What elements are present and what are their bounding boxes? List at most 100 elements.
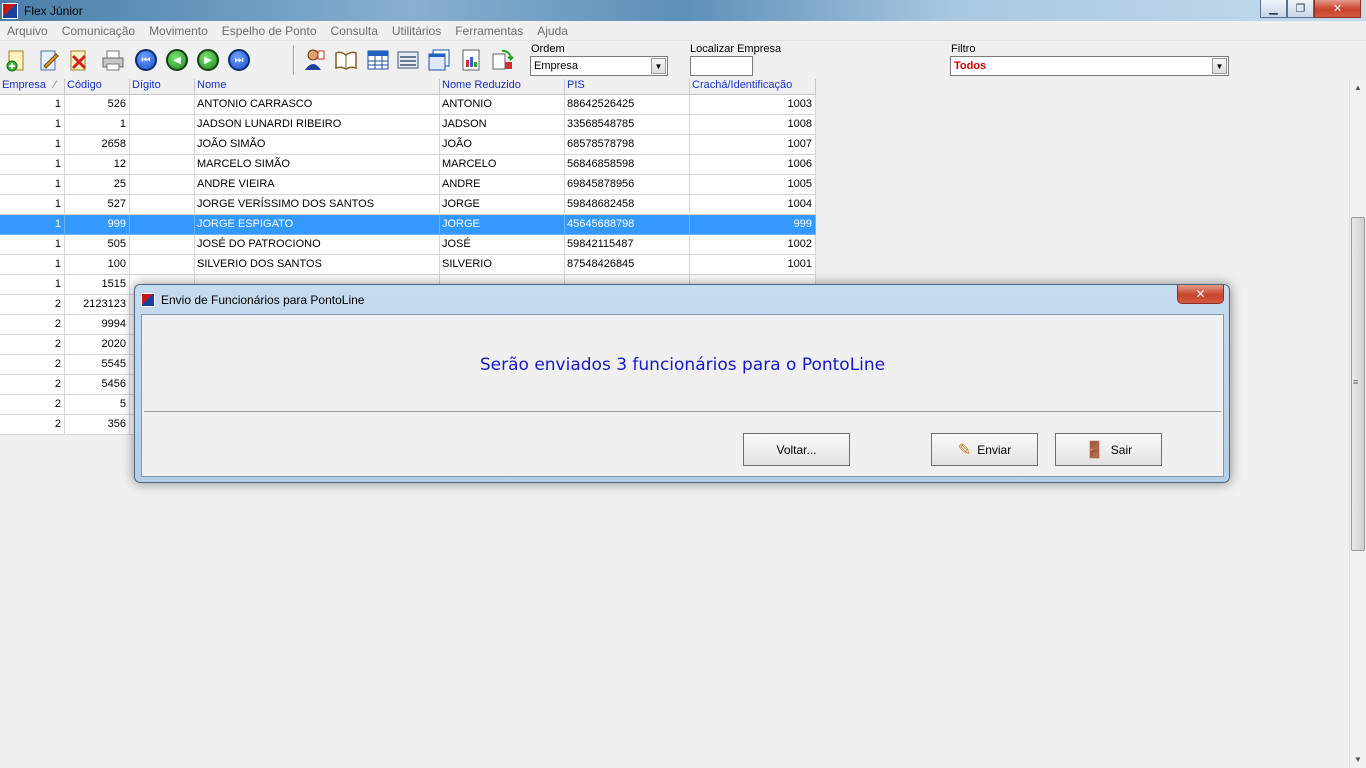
table-cell: JOÃO — [440, 135, 565, 155]
col-nome-reduzido[interactable]: Nome Reduzido — [440, 79, 565, 95]
table-cell: 1 — [0, 115, 65, 135]
filtro-value: Todos — [954, 60, 987, 72]
table-cell: 1005 — [690, 175, 816, 195]
table-row[interactable]: 1 526 ANTONIO CARRASCO ANTONIO 88642526425 10… — [0, 95, 816, 115]
table-cell: ANTONIO — [440, 95, 565, 115]
window-controls: ▁ ❐ ✕ — [1260, 0, 1361, 18]
table-row[interactable]: 1 1 JADSON LUNARDI RIBEIRO JADSON 3356854878… — [0, 115, 816, 135]
close-button[interactable]: ✕ — [1314, 0, 1361, 18]
exit-door-icon: 🚪 — [1084, 441, 1105, 459]
scroll-down-icon[interactable]: ▼ — [1350, 751, 1366, 768]
table-cell: 33568548785 — [565, 115, 690, 135]
menu-consulta[interactable]: Consulta — [324, 24, 385, 38]
table-cell: 1 — [0, 175, 65, 195]
col-nome[interactable]: Nome — [195, 79, 440, 95]
dialog-close-button[interactable]: ✕ — [1177, 285, 1224, 304]
send-document-icon: ✎ — [957, 441, 972, 459]
table-cell: 1002 — [690, 235, 816, 255]
localizar-input[interactable] — [690, 56, 753, 76]
table-row[interactable]: 1 100 SILVERIO DOS SANTOS SILVERIO 875484268… — [0, 255, 816, 275]
sync-icon[interactable] — [489, 47, 515, 73]
table-row[interactable]: 1 999 JORGE ESPIGATO JORGE 45645688798 999 — [0, 215, 816, 235]
col-empresa-label: Empresa — [2, 79, 47, 91]
col-codigo[interactable]: Código — [65, 79, 130, 95]
table-row[interactable]: 1 12 MARCELO SIMÃO MARCELO 56846858598 1006 — [0, 155, 816, 175]
enviar-label: Enviar — [977, 442, 1012, 457]
title-bar: Flex Júnior ▁ ❐ ✕ — [0, 0, 1366, 21]
minimize-button[interactable]: ▁ — [1260, 0, 1287, 18]
table-cell: 2020 — [65, 335, 130, 355]
table-cell: 100 — [65, 255, 130, 275]
voltar-label: Voltar... — [776, 442, 817, 457]
table-cell: 2 — [0, 375, 65, 395]
maximize-button[interactable]: ❐ — [1287, 0, 1314, 18]
chevron-down-icon[interactable]: ▼ — [1212, 58, 1227, 74]
table-cell: 1 — [0, 135, 65, 155]
voltar-button[interactable]: Voltar... — [743, 433, 850, 466]
table-cell: SILVERIO DOS SANTOS — [195, 255, 440, 275]
print-icon[interactable] — [100, 47, 126, 73]
table-cell — [130, 175, 195, 195]
chevron-down-icon[interactable]: ▼ — [651, 58, 666, 74]
menu-movimento[interactable]: Movimento — [142, 24, 215, 38]
filtro-select[interactable]: Todos ▼ — [950, 56, 1229, 76]
first-record-icon[interactable]: ⏮ — [133, 47, 159, 73]
menu-comunicacao[interactable]: Comunicação — [55, 24, 142, 38]
col-empresa[interactable]: Empresa ⁄ — [0, 79, 65, 95]
table-cell: 45645688798 — [565, 215, 690, 235]
table-cell: 2123123 — [65, 295, 130, 315]
list-icon[interactable] — [395, 47, 421, 73]
menu-ferramentas[interactable]: Ferramentas — [448, 24, 530, 38]
table-row[interactable]: 1 2658 JOÃO SIMÃO JOÃO 68578578798 1007 — [0, 135, 816, 155]
table-cell: JOÃO SIMÃO — [195, 135, 440, 155]
table-cell: 1007 — [690, 135, 816, 155]
table-cell: 59842115487 — [565, 235, 690, 255]
menu-ajuda[interactable]: Ajuda — [530, 24, 575, 38]
col-pis[interactable]: PIS — [565, 79, 690, 95]
table-cell: JADSON — [440, 115, 565, 135]
message-panel: Serão enviados 3 funcionários para o Pon… — [144, 317, 1221, 412]
table-icon[interactable] — [365, 47, 391, 73]
sort-indicator-icon: ⁄ — [54, 79, 56, 91]
sair-button[interactable]: 🚪 Sair — [1055, 433, 1162, 466]
table-row[interactable]: 1 527 JORGE VERÍSSIMO DOS SANTOS JORGE 59848… — [0, 195, 816, 215]
col-digito[interactable]: Dígito — [130, 79, 195, 95]
table-cell: 526 — [65, 95, 130, 115]
document-chart-icon[interactable] — [458, 47, 484, 73]
table-cell: 5 — [65, 395, 130, 415]
menu-espelho-de-ponto[interactable]: Espelho de Ponto — [215, 24, 324, 38]
scroll-up-icon[interactable]: ▲ — [1350, 79, 1366, 96]
dialog-message: Serão enviados 3 funcionários para o Pon… — [479, 355, 886, 375]
table-cell: JOSÉ — [440, 235, 565, 255]
vertical-scrollbar[interactable]: ▲ ≡ ▼ — [1349, 79, 1366, 768]
table-row[interactable]: 1 25 ANDRE VIEIRA ANDRE 69845878956 1005 — [0, 175, 816, 195]
next-record-icon[interactable]: ▶ — [195, 47, 221, 73]
menu-arquivo[interactable]: Arquivo — [0, 24, 55, 38]
enviar-button[interactable]: ✎ Enviar — [931, 433, 1038, 466]
first-glyph: ⏮ — [135, 49, 157, 71]
delete-record-icon[interactable] — [66, 47, 92, 73]
table-cell — [130, 115, 195, 135]
table-cell: 1 — [0, 215, 65, 235]
table-cell: 12 — [65, 155, 130, 175]
table-cell: ANDRE — [440, 175, 565, 195]
table-cell: 2 — [0, 395, 65, 415]
window-copy-icon[interactable] — [426, 47, 452, 73]
col-cracha[interactable]: Crachá/Identificação — [690, 79, 816, 95]
last-record-icon[interactable]: ⏭ — [226, 47, 252, 73]
table-cell: 5456 — [65, 375, 130, 395]
employee-icon[interactable] — [302, 47, 328, 73]
new-record-icon[interactable] — [4, 47, 30, 73]
ordem-select[interactable]: Empresa ▼ — [530, 56, 668, 76]
dialog-title-bar: Envio de Funcionários para PontoLine — [141, 291, 364, 309]
edit-record-icon[interactable] — [36, 47, 62, 73]
previous-record-icon[interactable]: ◀ — [164, 47, 190, 73]
table-cell — [130, 235, 195, 255]
dialog-body: Serão enviados 3 funcionários para o Pon… — [141, 314, 1224, 477]
table-row[interactable]: 1 505 JOSÉ DO PATROCIONO JOSÉ 59842115487 100… — [0, 235, 816, 255]
table-cell: JORGE ESPIGATO — [195, 215, 440, 235]
menu-utilitarios[interactable]: Utilitários — [385, 24, 448, 38]
table-cell: 2 — [0, 295, 65, 315]
book-icon[interactable] — [333, 47, 359, 73]
table-cell: 1 — [0, 95, 65, 115]
